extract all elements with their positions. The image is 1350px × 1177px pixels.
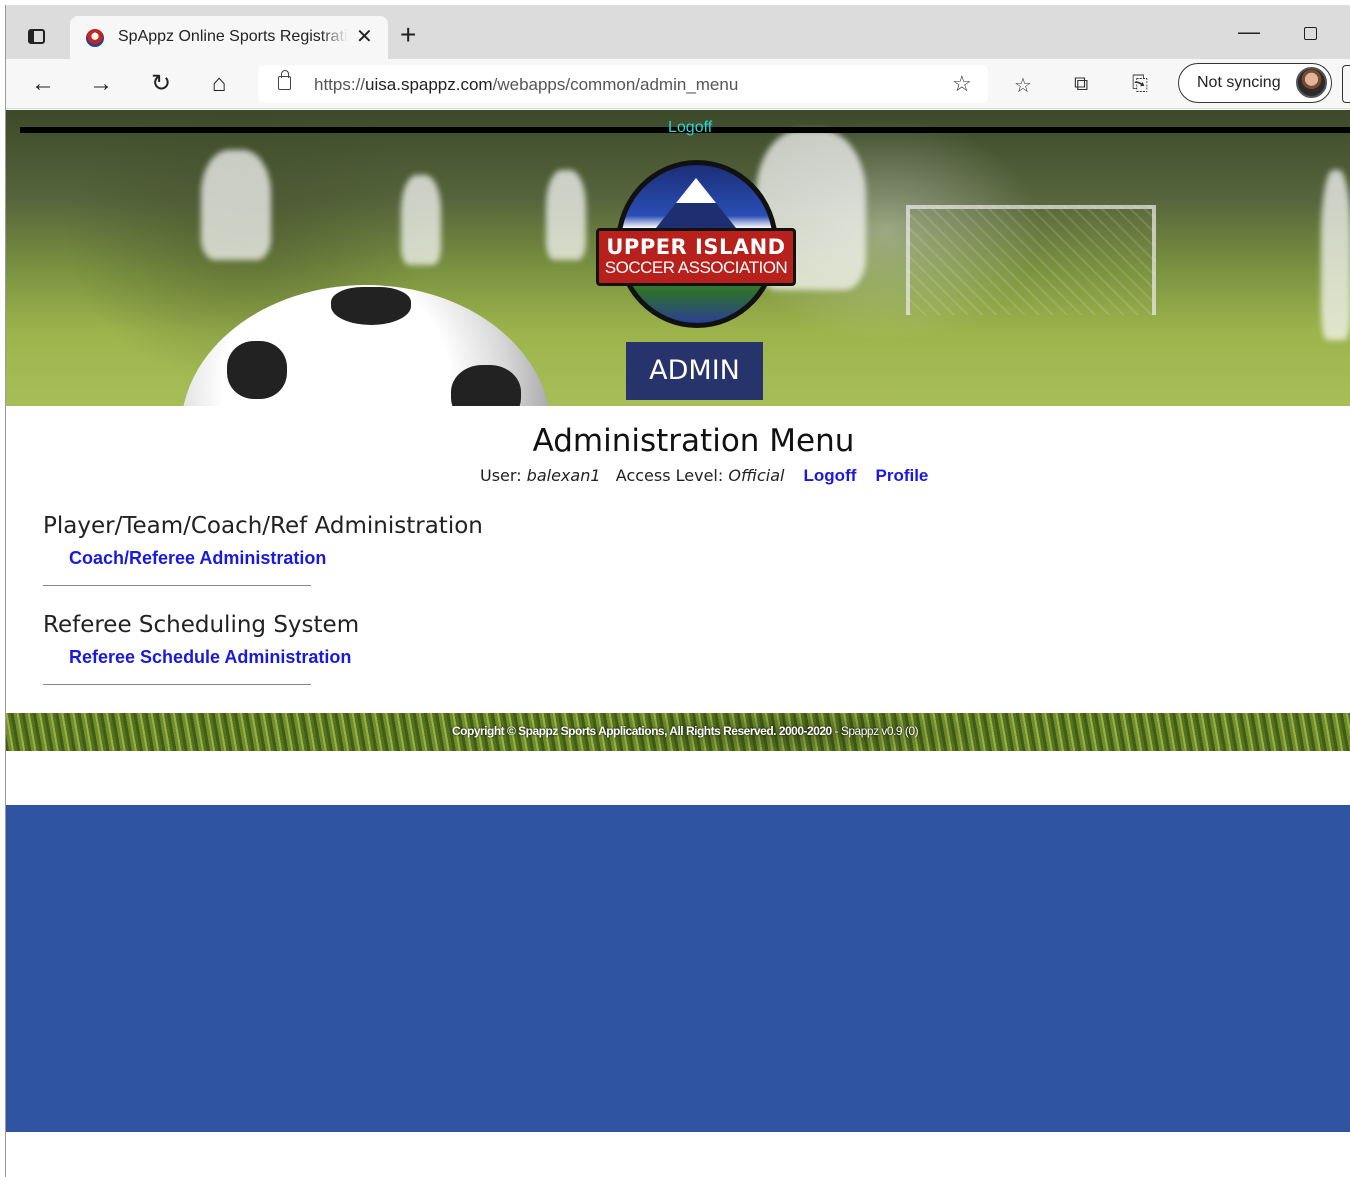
tab-actions-icon[interactable] xyxy=(24,25,48,49)
user-info-line: User: balexan1 Access Level: Official Lo… xyxy=(480,466,928,486)
tab-close-icon[interactable]: ✕ xyxy=(356,27,373,47)
new-tab-button[interactable]: + xyxy=(400,21,416,49)
association-logo: UPPER ISLAND SOCCER ASSOCIATION xyxy=(596,160,796,340)
favorites-icon[interactable]: ☆ xyxy=(1014,73,1032,98)
tab-strip: SpAppz Online Sports Registration ✕ + — xyxy=(6,5,1350,60)
top-logoff-link[interactable]: Logoff xyxy=(668,119,712,137)
browser-toolbar: ← → ↻ ⌂ https://uisa.spappz.com/webapps/… xyxy=(6,59,1350,109)
maximize-button[interactable] xyxy=(1304,27,1317,40)
user-name: balexan1 xyxy=(526,466,601,485)
add-favorite-icon[interactable]: ☆ xyxy=(952,71,972,97)
back-button[interactable]: ← xyxy=(26,67,60,101)
sync-status-label: Not syncing xyxy=(1197,74,1281,91)
admin-badge: ADMIN xyxy=(626,342,763,400)
background-player xyxy=(201,150,271,260)
profile-sync-button[interactable]: Not syncing xyxy=(1178,63,1332,103)
background-player xyxy=(401,175,441,265)
section-heading: Player/Team/Coach/Ref Administration xyxy=(43,513,483,539)
logo-text-line1: UPPER ISLAND xyxy=(606,235,786,259)
profile-link[interactable]: Profile xyxy=(875,466,928,485)
collections-icon[interactable]: ⧉ xyxy=(1074,73,1088,96)
section-heading: Referee Scheduling System xyxy=(43,612,360,638)
page-content: Logoff UPPER ISLAND SOCCER ASSOCIATION A… xyxy=(6,110,1350,1177)
blue-content-area xyxy=(6,805,1350,1132)
background-player xyxy=(1321,170,1350,340)
referee-schedule-admin-link[interactable]: Referee Schedule Administration xyxy=(69,647,643,668)
minimize-button[interactable]: — xyxy=(1238,19,1260,45)
access-level-label: Access Level: xyxy=(615,466,724,485)
footer-bar: Copyright © Spappz Sports Applications, … xyxy=(6,713,1350,751)
refresh-button[interactable]: ↻ xyxy=(144,67,178,101)
section-divider xyxy=(43,684,311,685)
logoff-link[interactable]: Logoff xyxy=(804,466,857,485)
forward-button[interactable]: → xyxy=(84,67,118,101)
page-title: Administration Menu xyxy=(532,423,855,459)
address-bar[interactable]: https://uisa.spappz.com/webapps/common/a… xyxy=(258,65,988,103)
soccer-ball-image xyxy=(181,285,551,406)
tab-active[interactable]: SpAppz Online Sports Registration ✕ xyxy=(70,16,388,60)
url-text[interactable]: https://uisa.spappz.com/webapps/common/a… xyxy=(314,75,738,95)
section-divider xyxy=(43,585,311,586)
coach-referee-admin-link[interactable]: Coach/Referee Administration xyxy=(69,548,643,569)
home-button[interactable]: ⌂ xyxy=(202,67,236,101)
section-player-team-admin: Player/Team/Coach/Ref Administration Coa… xyxy=(43,513,643,586)
lock-icon[interactable] xyxy=(278,70,291,90)
tab-title: SpAppz Online Sports Registration xyxy=(118,28,348,45)
copyright-text: Copyright © Spappz Sports Applications, … xyxy=(452,724,919,738)
logo-text-line2: SOCCER ASSOCIATION xyxy=(604,258,788,277)
goal-net xyxy=(906,205,1156,315)
browser-window: SpAppz Online Sports Registration ✕ + — … xyxy=(5,5,1350,1177)
header-banner: Logoff UPPER ISLAND SOCCER ASSOCIATION A… xyxy=(6,110,1350,406)
access-level-value: Official xyxy=(728,466,785,485)
avatar xyxy=(1296,67,1327,98)
settings-menu-button[interactable] xyxy=(1342,65,1350,103)
background-player xyxy=(546,170,586,260)
user-label: User: xyxy=(480,466,522,485)
section-referee-scheduling: Referee Scheduling System Referee Schedu… xyxy=(43,612,643,685)
share-icon[interactable]: ⎘ xyxy=(1132,73,1148,96)
site-favicon-icon xyxy=(86,29,104,47)
